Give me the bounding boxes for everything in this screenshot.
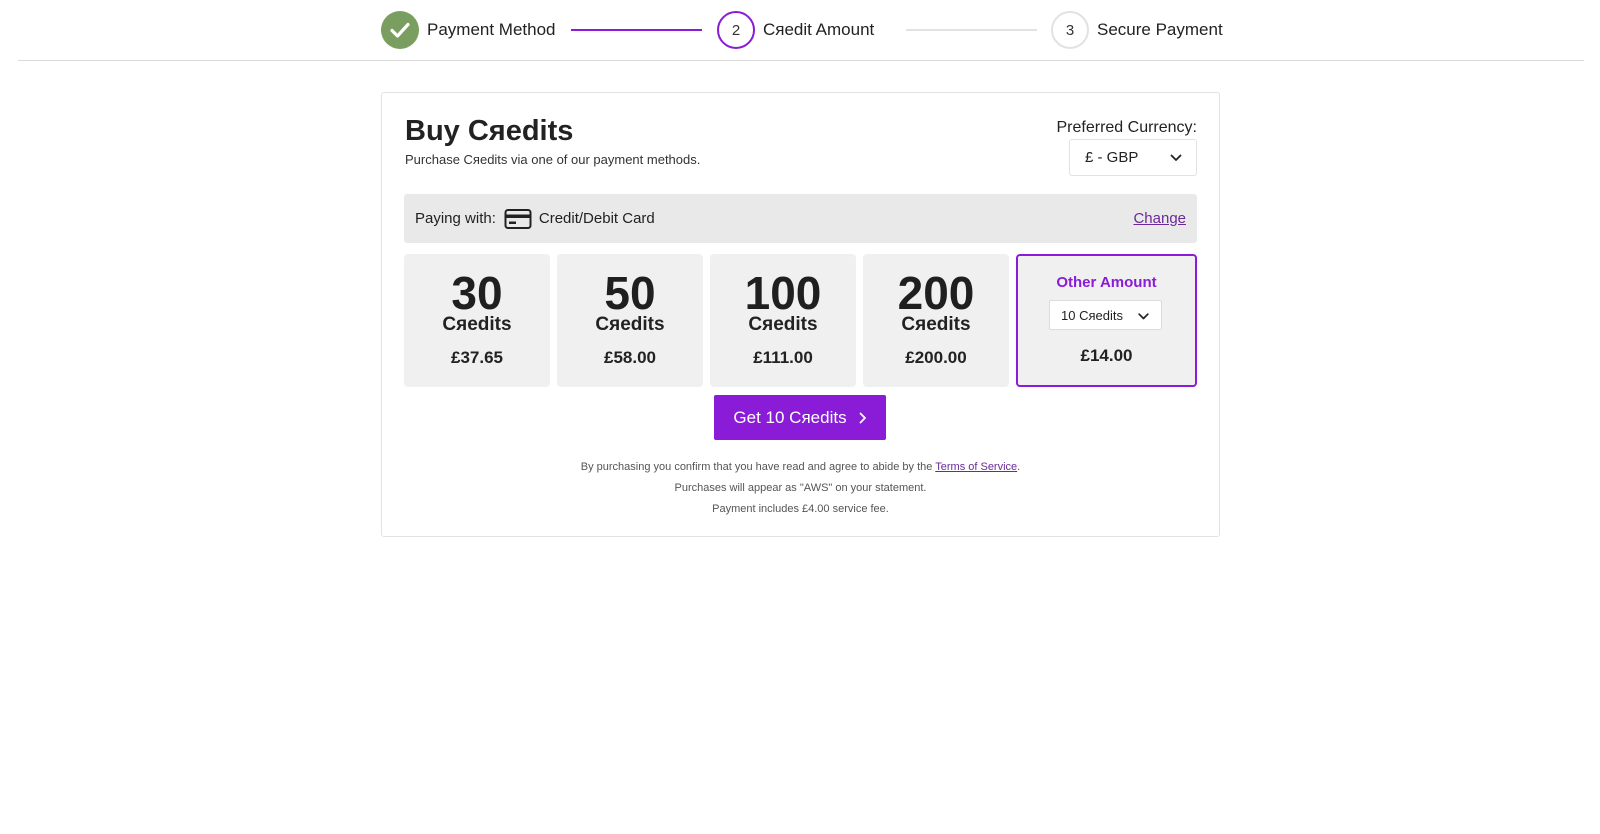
other-amount-value: 10 Cяedits <box>1061 307 1123 323</box>
legal-fee-line: Payment includes £4.00 service fee. <box>712 503 889 515</box>
package-amount: 200 <box>897 267 975 319</box>
cta-label: Get 10 Cяedits <box>733 407 847 427</box>
step-connector <box>571 29 702 31</box>
package-amount: 30 <box>451 267 503 319</box>
currency-select[interactable]: £ - GBP <box>1069 139 1197 176</box>
step-connector <box>906 29 1037 31</box>
package-unit: Cяedits <box>595 314 665 335</box>
credit-card-icon <box>504 208 532 230</box>
currency-label: Preferred Currency: <box>1056 119 1198 136</box>
package-unit: Cяedits <box>442 314 512 335</box>
currency-value: £ - GBP <box>1085 149 1139 166</box>
paying-label: Paying with: <box>415 210 496 227</box>
divider <box>18 60 1584 61</box>
package-unit: Cяedits <box>748 314 818 335</box>
step-secure-payment: 3 Secure Payment <box>1051 11 1223 49</box>
other-amount-price: £14.00 <box>1080 346 1133 365</box>
package-price: £58.00 <box>604 348 656 367</box>
step-number: 3 <box>1051 11 1089 49</box>
credit-packages: 30 Cяedits £37.65 50 Cяedits £58.00 100 … <box>404 254 1197 387</box>
legal-notice: By purchasing you confirm that you have … <box>382 457 1219 520</box>
legal-terms-period: . <box>1017 461 1021 473</box>
page-title: Buy Cяedits <box>405 115 574 147</box>
step-label: Payment Method <box>427 20 556 39</box>
chevron-down-icon <box>1170 149 1182 166</box>
chevron-right-icon <box>859 412 867 424</box>
change-payment-link[interactable]: Change <box>1133 210 1186 227</box>
package-price: £111.00 <box>753 348 813 367</box>
package-unit: Cяedits <box>901 314 971 335</box>
page-subtitle: Purchase Cяedits via one of our payment … <box>405 152 701 167</box>
legal-statement-line: Purchases will appear as "AWS" on your s… <box>674 482 927 494</box>
paying-with-bar: Paying with: Credit/Debit Card Change <box>404 194 1197 243</box>
package-50-credits[interactable]: 50 Cяedits £58.00 <box>557 254 703 387</box>
check-icon <box>381 11 419 49</box>
package-amount: 50 <box>604 267 656 319</box>
step-label: Secure Payment <box>1097 20 1223 39</box>
package-amount: 100 <box>744 267 822 319</box>
buy-credits-card: Buy Cяedits Purchase Cяedits via one of … <box>381 92 1220 537</box>
get-credits-button[interactable]: Get 10 Cяedits <box>714 395 886 440</box>
step-credit-amount: 2 Cяedit Amount <box>717 11 874 49</box>
legal-terms-line: By purchasing you confirm that you have … <box>382 457 1219 478</box>
package-30-credits[interactable]: 30 Cяedits £37.65 <box>404 254 550 387</box>
payment-method-name: Credit/Debit Card <box>538 210 655 227</box>
terms-of-service-link[interactable]: Terms of Service <box>935 461 1017 473</box>
step-number: 2 <box>717 11 755 49</box>
progress-stepper: Payment Method 2 Cяedit Amount 3 Secure … <box>0 0 1600 61</box>
package-200-credits[interactable]: 200 Cяedits £200.00 <box>863 254 1009 387</box>
other-amount-title: Other Amount <box>1056 274 1157 291</box>
chevron-down-icon <box>1138 308 1149 323</box>
other-amount-select[interactable]: 10 Cяedits <box>1049 300 1162 330</box>
package-other-amount[interactable]: Other Amount 10 Cяedits £14.00 <box>1016 254 1197 387</box>
package-price: £37.65 <box>451 348 503 367</box>
package-100-credits[interactable]: 100 Cяedits £111.00 <box>710 254 856 387</box>
step-label: Cяedit Amount <box>763 20 875 39</box>
package-price: £200.00 <box>905 348 967 367</box>
legal-terms-text: By purchasing you confirm that you have … <box>580 461 933 473</box>
step-payment-method[interactable]: Payment Method <box>381 11 556 49</box>
